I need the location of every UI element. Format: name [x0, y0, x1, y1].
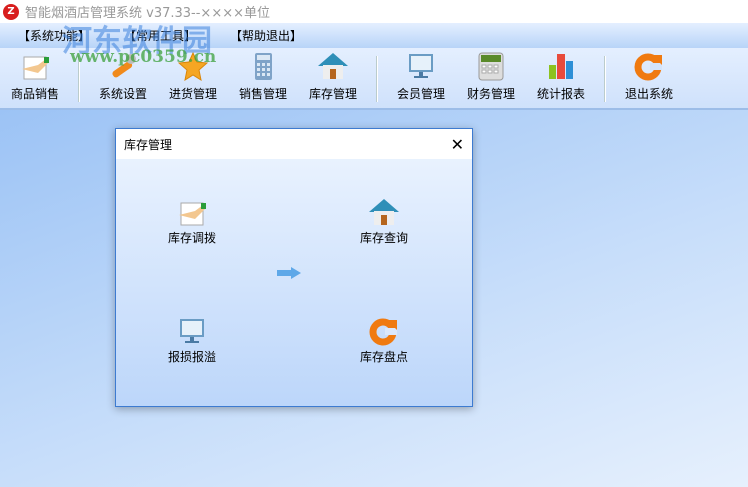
toolbar-label: 进货管理	[168, 87, 217, 101]
toolbar-exit-button[interactable]: 退出系统	[614, 48, 684, 108]
house-icon	[368, 197, 400, 227]
calculator-icon	[475, 51, 507, 81]
hand-note-icon	[176, 197, 208, 227]
toolbar-separator	[604, 56, 606, 102]
toolbar-report-button[interactable]: 统计报表	[526, 48, 596, 108]
toolbar-label: 商品销售	[10, 87, 59, 101]
dialog-title: 库存管理	[124, 137, 173, 152]
toolbar-label: 统计报表	[536, 87, 585, 101]
toolbar-label: 销售管理	[238, 87, 287, 101]
calculator-icon	[247, 51, 279, 81]
watermark-url: www.pc0359.cn	[70, 47, 217, 67]
toolbar-label: 系统设置	[98, 87, 147, 101]
bar-chart-icon	[545, 51, 577, 81]
toolbar-separator	[376, 56, 378, 102]
toolbar-label: 库存管理	[308, 87, 357, 101]
refresh-icon	[633, 51, 665, 81]
dialog-title-bar: 库存管理 ✕	[116, 129, 472, 159]
toolbar-label: 退出系统	[624, 87, 673, 101]
toolbar-label: 财务管理	[466, 87, 515, 101]
monitor-icon	[405, 51, 437, 81]
toolbar-inventory-button[interactable]: 库存管理	[298, 48, 368, 108]
close-icon[interactable]: ✕	[451, 135, 464, 154]
item-label: 库存盘点	[359, 350, 408, 364]
item-label: 库存查询	[359, 231, 408, 245]
inventory-transfer-button[interactable]: 库存调拨	[152, 197, 232, 246]
item-label: 报损报溢	[167, 350, 216, 364]
toolbar-sales-mgmt-button[interactable]: 销售管理	[228, 48, 298, 108]
inventory-query-button[interactable]: 库存查询	[344, 197, 424, 246]
inventory-dialog: 库存管理 ✕ 库存调拨 库存查询 报损报溢 库存盘点	[115, 128, 473, 407]
arrow-icon	[249, 267, 329, 279]
toolbar-member-button[interactable]: 会员管理	[386, 48, 456, 108]
refresh-icon	[368, 316, 400, 346]
house-icon	[317, 51, 349, 81]
loss-overflow-button[interactable]: 报损报溢	[152, 316, 232, 365]
item-label: 库存调拨	[167, 231, 216, 245]
menu-help[interactable]: 【帮助退出】	[230, 27, 302, 44]
toolbar-label: 会员管理	[396, 87, 445, 101]
toolbar-finance-button[interactable]: 财务管理	[456, 48, 526, 108]
stocktake-button[interactable]: 库存盘点	[344, 316, 424, 365]
monitor-icon	[176, 316, 208, 346]
app-logo-icon: Z	[3, 3, 19, 20]
toolbar-sales-button[interactable]: 商品销售	[0, 48, 70, 108]
hand-note-icon	[19, 51, 51, 81]
